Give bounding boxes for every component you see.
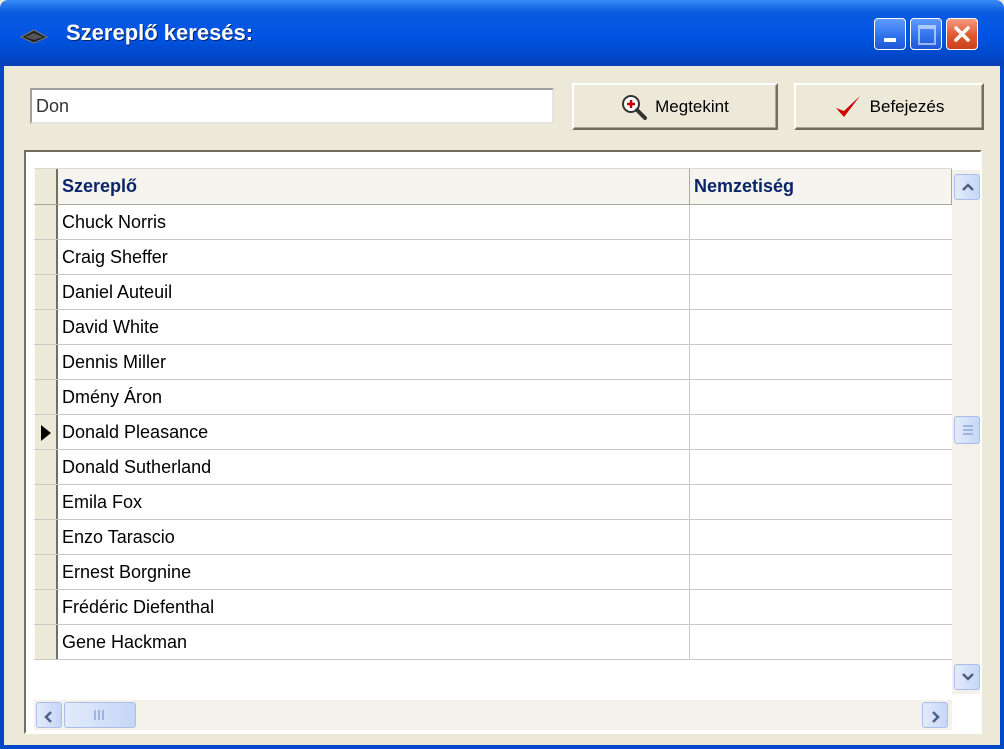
- cell-actor[interactable]: Gene Hackman: [58, 625, 690, 659]
- vertical-scrollbar[interactable]: [952, 170, 980, 694]
- table-row[interactable]: Craig Sheffer: [34, 240, 952, 275]
- red-checkmark-icon: [835, 95, 860, 117]
- cell-nationality[interactable]: [690, 625, 952, 659]
- table-row[interactable]: Chuck Norris: [34, 205, 952, 240]
- cell-actor[interactable]: Dmény Áron: [58, 380, 690, 414]
- row-indicator[interactable]: [34, 275, 58, 309]
- title-bar[interactable]: Szereplő keresés:: [0, 0, 1004, 66]
- row-indicator[interactable]: [34, 380, 58, 414]
- grip-icon: [94, 710, 104, 720]
- cell-nationality[interactable]: [690, 415, 952, 449]
- table-row[interactable]: Donald Pleasance: [34, 415, 952, 450]
- cell-nationality[interactable]: [690, 590, 952, 624]
- done-button[interactable]: Befejezés: [794, 83, 984, 130]
- scroll-right-button[interactable]: [922, 702, 948, 728]
- close-icon: [954, 26, 970, 42]
- grip-icon: [963, 425, 973, 435]
- row-indicator[interactable]: [34, 625, 58, 659]
- column-header-nationality[interactable]: Nemzetiség: [690, 169, 952, 204]
- row-indicator[interactable]: [34, 240, 58, 274]
- row-indicator[interactable]: [34, 415, 58, 449]
- cell-nationality[interactable]: [690, 240, 952, 274]
- cell-actor[interactable]: Donald Pleasance: [58, 415, 690, 449]
- scroll-down-button[interactable]: [954, 664, 980, 690]
- chevron-down-icon: [962, 673, 974, 681]
- row-indicator[interactable]: [34, 555, 58, 589]
- column-header-actor[interactable]: Szereplő: [58, 169, 690, 204]
- cell-nationality[interactable]: [690, 275, 952, 309]
- row-indicator[interactable]: [34, 590, 58, 624]
- cell-actor[interactable]: Frédéric Diefenthal: [58, 590, 690, 624]
- view-button[interactable]: Megtekint: [572, 83, 778, 130]
- window-title: Szereplő keresés:: [66, 20, 254, 45]
- cell-actor[interactable]: Enzo Tarascio: [58, 520, 690, 554]
- scroll-up-button[interactable]: [954, 174, 980, 200]
- table-row[interactable]: Daniel Auteuil: [34, 275, 952, 310]
- cell-actor[interactable]: Donald Sutherland: [58, 450, 690, 484]
- row-indicator[interactable]: [34, 520, 58, 554]
- table-row[interactable]: Frédéric Diefenthal: [34, 590, 952, 625]
- cell-actor[interactable]: Chuck Norris: [58, 205, 690, 239]
- done-button-label: Befejezés: [869, 96, 945, 116]
- table-row[interactable]: Emila Fox: [34, 485, 952, 520]
- cell-nationality[interactable]: [690, 345, 952, 379]
- horizontal-scroll-thumb[interactable]: [64, 702, 136, 728]
- cell-nationality[interactable]: [690, 380, 952, 414]
- chevron-up-icon: [962, 183, 974, 191]
- chevron-left-icon: [44, 711, 52, 723]
- scroll-left-button[interactable]: [36, 702, 62, 728]
- cell-nationality[interactable]: [690, 310, 952, 344]
- view-button-label: Megtekint: [655, 96, 729, 116]
- maximize-button[interactable]: [910, 18, 942, 50]
- row-indicator[interactable]: [34, 205, 58, 239]
- magnifier-plus-icon: [622, 94, 648, 120]
- row-indicator[interactable]: [34, 450, 58, 484]
- horizontal-scrollbar[interactable]: [34, 700, 952, 730]
- cell-nationality[interactable]: [690, 520, 952, 554]
- cell-nationality[interactable]: [690, 485, 952, 519]
- grid-header: Szereplő Nemzetiség: [34, 168, 952, 205]
- cell-actor[interactable]: Craig Sheffer: [58, 240, 690, 274]
- cell-actor[interactable]: Emila Fox: [58, 485, 690, 519]
- cell-actor[interactable]: David White: [58, 310, 690, 344]
- cell-actor[interactable]: Daniel Auteuil: [58, 275, 690, 309]
- current-row-arrow-icon: [41, 425, 51, 441]
- cell-actor[interactable]: Ernest Borgnine: [58, 555, 690, 589]
- cell-nationality[interactable]: [690, 205, 952, 239]
- minimize-button[interactable]: [874, 18, 906, 50]
- table-row[interactable]: Gene Hackman: [34, 625, 952, 660]
- row-indicator[interactable]: [34, 345, 58, 379]
- header-indicator: [34, 169, 58, 204]
- close-button[interactable]: [946, 18, 978, 50]
- table-row[interactable]: David White: [34, 310, 952, 345]
- glasses-icon: [20, 29, 48, 44]
- actor-grid[interactable]: Szereplő Nemzetiség Chuck Norris Craig Sh…: [34, 168, 952, 660]
- table-row[interactable]: Dennis Miller: [34, 345, 952, 380]
- table-row[interactable]: Donald Sutherland: [34, 450, 952, 485]
- row-indicator[interactable]: [34, 485, 58, 519]
- table-row[interactable]: Dmény Áron: [34, 380, 952, 415]
- cell-nationality[interactable]: [690, 450, 952, 484]
- chevron-right-icon: [932, 711, 940, 723]
- table-row[interactable]: Ernest Borgnine: [34, 555, 952, 590]
- search-input[interactable]: [30, 88, 554, 124]
- table-row[interactable]: Enzo Tarascio: [34, 520, 952, 555]
- cell-nationality[interactable]: [690, 555, 952, 589]
- cell-actor[interactable]: Dennis Miller: [58, 345, 690, 379]
- row-indicator[interactable]: [34, 310, 58, 344]
- scroll-thumb[interactable]: [954, 416, 980, 444]
